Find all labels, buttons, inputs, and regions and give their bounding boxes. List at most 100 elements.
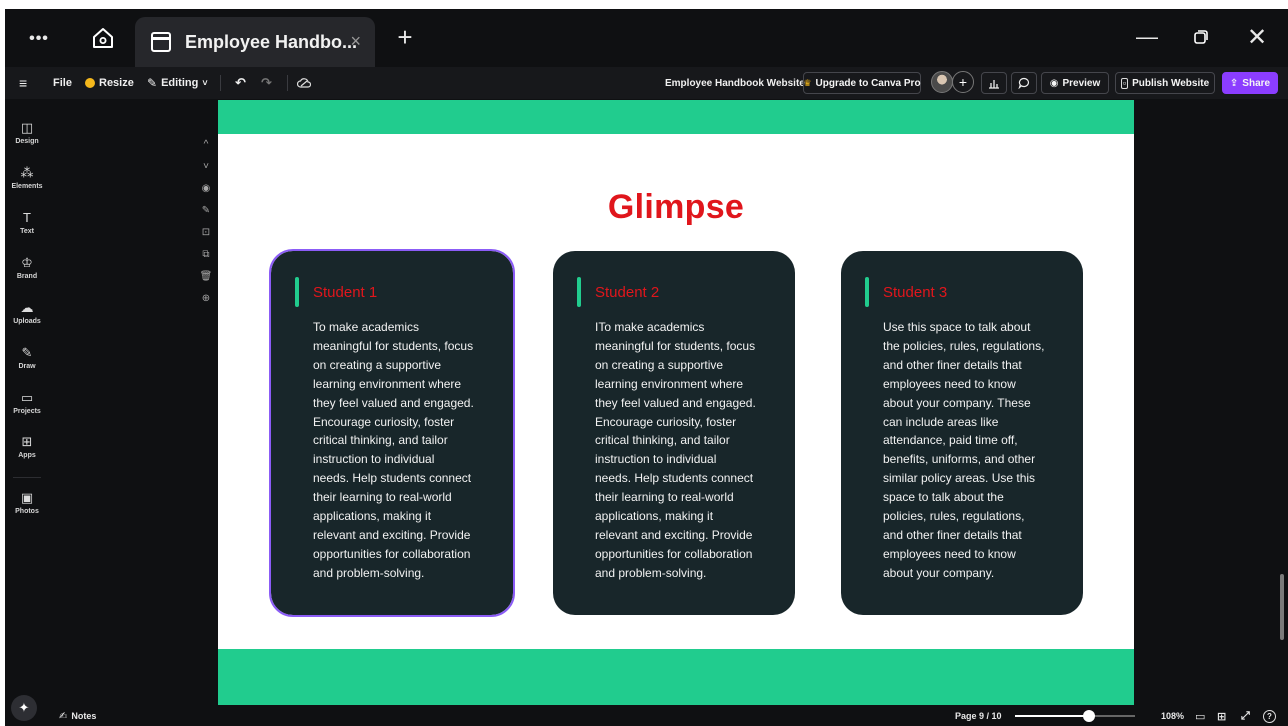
grid-view-icon[interactable]: ⊞ <box>1217 706 1226 726</box>
zoom-slider[interactable] <box>1015 710 1135 722</box>
globe-window-icon: ▫ <box>1120 77 1129 89</box>
bottom-accent-band[interactable] <box>218 649 1134 705</box>
pencil-icon: ✎ <box>147 76 158 90</box>
sidebar-item-uploads[interactable]: ☁ Uploads <box>5 301 49 326</box>
file-menu[interactable]: File <box>53 67 72 99</box>
vertical-scrollbar[interactable] <box>1280 574 1284 640</box>
pages-view-icon[interactable]: ▭ <box>1195 706 1205 726</box>
crown-icon <box>85 78 95 88</box>
minimize-button[interactable]: — <box>1133 23 1161 51</box>
document-title[interactable]: Employee Handbook Website <box>665 67 805 99</box>
photos-icon: ▣ <box>20 490 34 505</box>
share-label: Share <box>1242 77 1271 89</box>
chevron-down-icon[interactable]: ˅ <box>195 161 217 172</box>
publish-website-button[interactable]: ▫ Publish Website <box>1115 72 1215 94</box>
draw-icon: ✎ <box>21 345 33 360</box>
page-indicator[interactable]: Page 9 / 10 <box>955 706 1002 726</box>
edit-notes-icon[interactable]: ✎ <box>195 205 217 216</box>
sidebar-item-elements[interactable]: ⁂ Elements <box>5 165 49 191</box>
sidebar-item-text[interactable]: T Text <box>5 211 49 236</box>
undo-icon[interactable]: ↶ <box>235 67 246 99</box>
card-title[interactable]: Student 2 <box>595 284 659 301</box>
add-collaborator-button[interactable]: + <box>952 71 974 93</box>
comment-icon[interactable] <box>1011 72 1037 94</box>
resize-label: Resize <box>99 77 134 89</box>
redo-icon[interactable]: ↷ <box>261 67 272 99</box>
card-accent-bar <box>295 277 299 307</box>
sidebar-item-photos[interactable]: ▣ Photos <box>5 490 49 516</box>
page-heading[interactable]: Glimpse <box>218 188 1134 227</box>
card-body[interactable]: To make academics meaningful for student… <box>313 318 495 583</box>
tab-employee-handbook[interactable]: Employee Handbo... × <box>135 17 375 67</box>
brand-icon: ♔ <box>21 255 33 270</box>
editing-mode-button[interactable]: ✎ Editing ˅ <box>147 67 208 99</box>
canva-app-window: ••• Employee Handbo... × + — ✕ ≡ File Re… <box>5 9 1288 726</box>
window-icon <box>151 32 171 52</box>
sidebar-item-label: Apps <box>18 452 36 459</box>
elements-icon: ⁂ <box>20 165 34 180</box>
sidebar-item-label: Elements <box>11 183 43 190</box>
avatar[interactable] <box>931 71 953 93</box>
browser-menu-button[interactable]: ••• <box>23 27 55 51</box>
resize-button[interactable]: Resize <box>85 67 134 99</box>
top-accent-band[interactable] <box>218 100 1134 134</box>
sidebar-item-draw[interactable]: ✎ Draw <box>5 345 49 371</box>
trash-icon[interactable]: 🗑 <box>195 271 217 282</box>
tab-close-icon[interactable]: × <box>350 31 361 52</box>
card-accent-bar <box>577 277 581 307</box>
card-title[interactable]: Student 3 <box>883 284 947 301</box>
zoom-slider-fill <box>1015 715 1089 717</box>
new-tab-button[interactable]: + <box>391 22 419 52</box>
zoom-level[interactable]: 108% <box>1161 706 1184 726</box>
chevron-down-icon: ˅ <box>202 78 208 88</box>
sidebar-item-label: Design <box>15 138 39 145</box>
sidebar-item-label: Projects <box>13 408 41 415</box>
notes-icon: ✍ <box>59 710 68 722</box>
card-body[interactable]: ITo make academics meaningful for studen… <box>595 318 777 583</box>
insights-icon[interactable] <box>981 72 1007 94</box>
preview-button[interactable]: ◉ Preview <box>1041 72 1109 94</box>
visibility-icon[interactable]: ◉ <box>195 183 217 194</box>
lock-icon[interactable]: ⊡ <box>195 227 217 238</box>
card-body[interactable]: Use this space to talk about the policie… <box>883 318 1065 583</box>
sidebar-item-apps[interactable]: ⊞ Apps <box>5 434 49 460</box>
upgrade-label: Upgrade to Canva Pro <box>815 77 921 89</box>
sidebar-item-label: Draw <box>18 363 36 370</box>
student-card-2[interactable]: Student 2 ITo make academics meaningful … <box>553 251 795 615</box>
browser-tab-bar: ••• Employee Handbo... × + — ✕ <box>5 9 1288 67</box>
projects-icon: ▭ <box>20 390 34 405</box>
sidebar-item-brand[interactable]: ♔ Brand <box>5 255 49 281</box>
share-button[interactable]: ⇪ Share <box>1222 72 1278 94</box>
help-icon[interactable]: ? <box>1263 706 1276 726</box>
main-menu-icon[interactable]: ≡ <box>19 67 27 99</box>
crown-icon: ♛ <box>803 77 812 88</box>
cloud-sync-icon[interactable] <box>297 67 311 99</box>
notes-button[interactable]: ✍ Notes <box>59 706 96 726</box>
publish-label: Publish Website <box>1132 77 1210 89</box>
close-window-button[interactable]: ✕ <box>1243 23 1271 51</box>
student-card-1[interactable]: Student 1 To make academics meaningful f… <box>269 249 515 617</box>
add-page-icon[interactable]: ⊕ <box>195 293 217 304</box>
home-icon[interactable] <box>87 23 119 53</box>
sidebar-item-projects[interactable]: ▭ Projects <box>5 390 49 416</box>
fullscreen-icon[interactable]: ⤢ <box>1241 706 1250 726</box>
upgrade-button[interactable]: ♛ Upgrade to Canva Pro <box>803 72 921 94</box>
design-page[interactable]: Glimpse Student 1 To make academics mean… <box>218 100 1134 705</box>
student-card-3[interactable]: Student 3 Use this space to talk about t… <box>841 251 1083 615</box>
restore-icon[interactable] <box>1187 23 1215 51</box>
sidebar-divider <box>13 477 41 478</box>
eye-icon: ◉ <box>1049 77 1059 89</box>
tab-title: Employee Handbo... <box>185 31 358 52</box>
card-accent-bar <box>865 277 869 307</box>
zoom-slider-handle[interactable] <box>1083 710 1095 722</box>
apps-icon: ⊞ <box>21 434 33 449</box>
chevron-up-icon[interactable]: ^ <box>195 139 217 150</box>
magic-assistant-icon[interactable]: ✦ <box>11 695 37 721</box>
notes-label: Notes <box>71 711 97 721</box>
sidebar-item-design[interactable]: ◫ Design <box>5 120 49 146</box>
design-icon: ◫ <box>20 120 34 135</box>
sidebar-item-label: Uploads <box>13 318 41 325</box>
card-title[interactable]: Student 1 <box>313 284 377 301</box>
duplicate-icon[interactable]: ⧉ <box>195 249 217 260</box>
sidebar-item-label: Photos <box>15 508 39 515</box>
